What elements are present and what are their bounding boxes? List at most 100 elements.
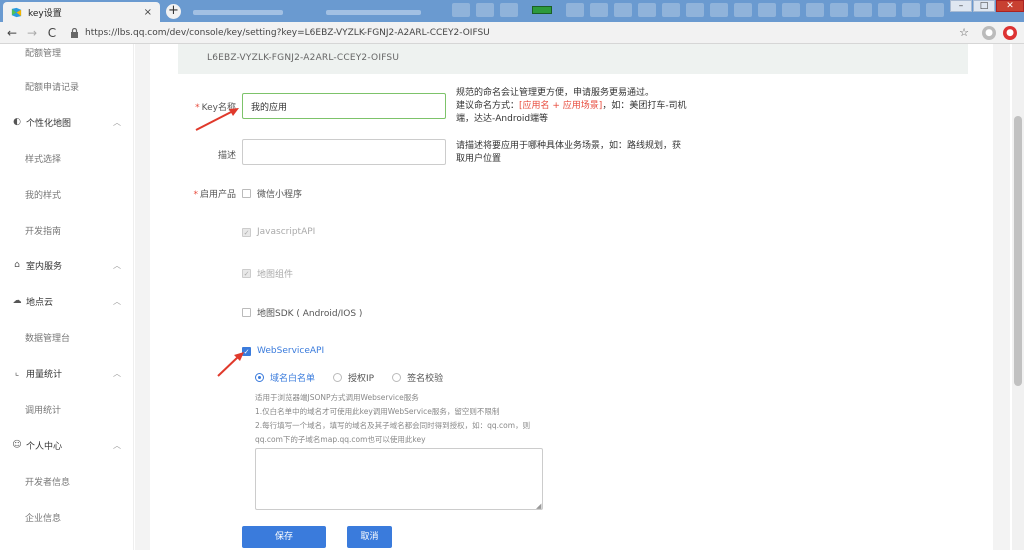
lock-icon (71, 28, 78, 38)
forward-button[interactable]: → (24, 26, 40, 40)
pinned-tab[interactable] (452, 3, 470, 17)
extension-icon[interactable]: ● (1003, 26, 1017, 40)
sidebar-item-my-styles[interactable]: 我的样式 (0, 186, 133, 202)
sidebar-group-label: 地点云 (26, 297, 54, 308)
radio-label: 签名校验 (407, 374, 444, 384)
sidebar-item-quota-management[interactable]: 配额管理 (0, 44, 133, 60)
sidebar-item-label: 企业信息 (25, 513, 62, 524)
pinned-tab[interactable] (662, 3, 680, 17)
radio-signature-check[interactable]: 签名校验 (392, 371, 443, 384)
sidebar-group-usage-stats[interactable]: ⌞ 用量统计 ︿ (0, 365, 133, 381)
pinned-tab[interactable] (476, 3, 494, 17)
pinned-tab[interactable] (782, 3, 800, 17)
hint-line: 建议命名方式：[应用名 + 应用场景]，如：美团打车-司机 (456, 100, 696, 113)
radio-authorized-ip[interactable]: 授权IP (333, 371, 374, 384)
annotation-arrow-icon (195, 108, 239, 131)
back-button[interactable]: ← (4, 26, 20, 40)
tab-key-settings[interactable]: key设置 × (3, 2, 160, 22)
sidebar-item-developer-info[interactable]: 开发者信息 (0, 473, 133, 489)
sidebar-group-label: 用量统计 (26, 369, 63, 380)
tencent-map-favicon (11, 7, 22, 17)
sidebar-item-call-stats[interactable]: 调用统计 (0, 401, 133, 417)
sidebar-item-label: 我的样式 (25, 190, 62, 201)
radio-circle[interactable] (333, 373, 343, 382)
url-text: https://lbs.qq.com/dev/console/key/setti… (85, 28, 490, 38)
window-maximize-button[interactable]: □ (973, 0, 995, 12)
pinned-tab[interactable] (830, 3, 848, 17)
pinned-tab[interactable] (734, 3, 752, 17)
cancel-button[interactable]: 取消 (347, 526, 392, 548)
pinned-tab[interactable] (854, 3, 872, 17)
radio-circle-selected[interactable] (255, 373, 264, 382)
pinned-tab[interactable] (758, 3, 776, 17)
sidebar-group-label: 室内服务 (26, 261, 63, 272)
product-map-sdk[interactable]: 地图SDK ( Android/IOS ) (242, 306, 362, 319)
tab-background-2[interactable] (318, 2, 443, 22)
product-wechat-miniprogram[interactable]: 微信小程序 (242, 187, 302, 200)
checkbox[interactable] (242, 189, 251, 198)
address-bar[interactable]: https://lbs.qq.com/dev/console/key/setti… (70, 25, 950, 41)
hint-line: 端，达达-Android端等 (456, 114, 549, 124)
pinned-tab[interactable] (902, 3, 920, 17)
radio-label: 域名白名单 (270, 374, 316, 384)
pinned-tab[interactable] (878, 3, 896, 17)
scrollbar-thumb[interactable] (1014, 116, 1022, 386)
pinned-tab[interactable] (500, 3, 518, 17)
product-javascript-api: ✓ JavascriptAPI (242, 227, 315, 237)
product-label: JavascriptAPI (257, 227, 316, 237)
sidebar-item-quota-requests[interactable]: 配额申请记录 (0, 78, 133, 94)
chevron-up-icon: ︿ (113, 368, 121, 378)
domain-whitelist-textarea[interactable] (255, 448, 543, 510)
sidebar-item-label: 配额申请记录 (25, 82, 80, 93)
window-minimize-button[interactable]: – (950, 0, 972, 12)
description-input[interactable] (242, 139, 446, 165)
sidebar-item-label: 配额管理 (25, 48, 62, 59)
pinned-tab[interactable] (614, 3, 632, 17)
sidebar-item-company-info[interactable]: 企业信息 (0, 509, 133, 525)
pinned-tab[interactable] (638, 3, 656, 17)
checkbox-disabled-checked: ✓ (242, 227, 251, 237)
pinned-tab[interactable] (710, 3, 728, 17)
page-scrollbar[interactable] (1012, 44, 1024, 550)
blurred-tab-title (326, 9, 421, 15)
save-button[interactable]: 保存 (242, 526, 326, 548)
cloud-icon: ☁ (12, 296, 22, 306)
sidebar-item-style-select[interactable]: 样式选择 (0, 150, 133, 166)
chart-icon: ⌞ (14, 368, 20, 378)
bookmark-star-icon[interactable]: ☆ (958, 26, 970, 40)
checkbox[interactable] (242, 308, 251, 317)
radio-circle[interactable] (392, 373, 402, 382)
home-icon: ⌂ (14, 260, 20, 270)
browser-tab-bar: key设置 × + – □ ✕ (0, 0, 1024, 22)
sidebar-group-place-cloud[interactable]: ☁ 地点云 ︿ (0, 293, 133, 309)
sidebar-group-custom-map[interactable]: ◐ 个性化地图 ︿ (0, 114, 133, 130)
sidebar-item-dev-guide[interactable]: 开发指南 (0, 222, 133, 238)
webservice-auth-radio-group: 域名白名单 授权IP 签名校验 (255, 371, 461, 384)
key-name-input[interactable]: 我的应用 (242, 93, 446, 119)
whitelist-note-line: 1.仅白名单中的域名才可使用此key调用WebService服务，留空则不限制 (255, 407, 500, 416)
tab-background-1[interactable] (185, 2, 305, 22)
pinned-tab[interactable] (566, 3, 584, 17)
radio-domain-whitelist[interactable]: 域名白名单 (255, 371, 315, 384)
sidebar-group-indoor[interactable]: ⌂ 室内服务 ︿ (0, 257, 133, 273)
sidebar-item-label: 数据管理台 (25, 333, 71, 344)
pinned-tab[interactable] (926, 3, 944, 17)
product-label: WebServiceAPI (257, 346, 325, 356)
sidebar-item-label: 样式选择 (25, 154, 62, 165)
pinned-tab[interactable] (686, 3, 704, 17)
tab-close-icon[interactable]: × (144, 7, 152, 18)
profile-avatar-icon[interactable]: ● (982, 26, 996, 40)
resize-handle-icon[interactable]: ◢ (536, 502, 541, 510)
reload-button[interactable]: C (44, 26, 60, 40)
user-icon: ☺ (12, 440, 22, 450)
product-webservice-api[interactable]: ✓ WebServiceAPI (242, 346, 324, 356)
window-close-button[interactable]: ✕ (996, 0, 1024, 12)
product-label: 地图SDK ( Android/IOS ) (257, 309, 363, 319)
pinned-tab[interactable] (590, 3, 608, 17)
sidebar-item-data-console[interactable]: 数据管理台 (0, 329, 133, 345)
sidebar-item-label: 调用统计 (25, 405, 62, 416)
sidebar-group-user-center[interactable]: ☺ 个人中心 ︿ (0, 437, 133, 453)
pinned-tab[interactable] (806, 3, 824, 17)
new-tab-button[interactable]: + (166, 4, 181, 19)
browser-toolbar: ← → C https://lbs.qq.com/dev/console/key… (0, 22, 1024, 44)
